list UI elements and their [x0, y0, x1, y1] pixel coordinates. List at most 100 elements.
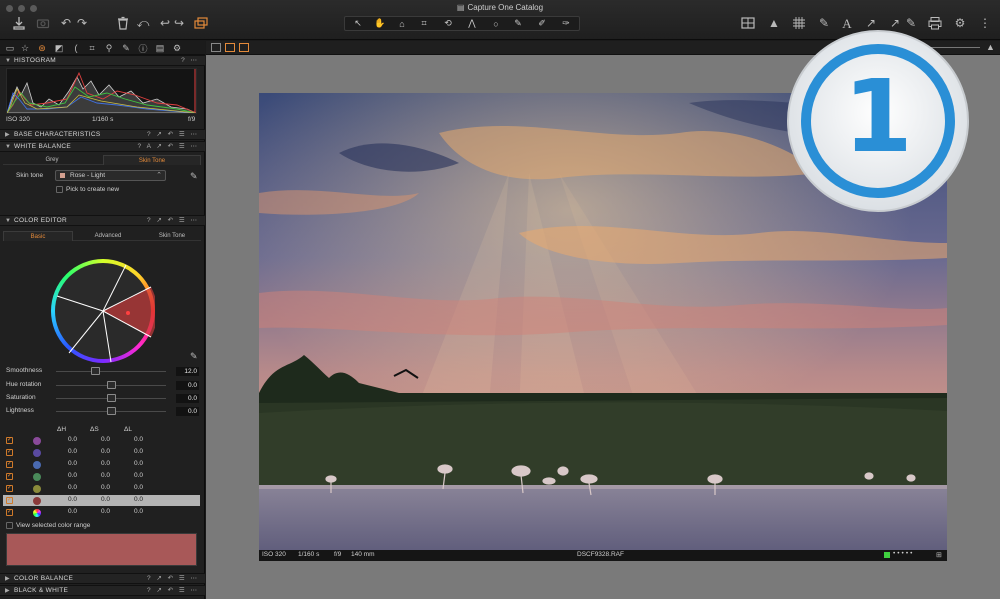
color-icon[interactable]: ⊛: [36, 42, 48, 54]
more-icon[interactable]: ⋮: [978, 16, 992, 30]
library-icon[interactable]: ▭: [4, 42, 16, 54]
color-swatch: [33, 485, 41, 493]
lens-icon[interactable]: (: [70, 42, 82, 54]
photo-status-bar: ISO 320 1/160 s f/9 140 mm DSCF9328.RAF …: [259, 550, 947, 561]
loupe-icon[interactable]: ⌂: [391, 17, 413, 30]
rotate-straighten-icon[interactable]: ⟲: [437, 17, 459, 30]
color-range-row[interactable]: ✓ 0.0 0.0 0.0: [3, 495, 200, 506]
color-range-row[interactable]: ✓ 0.0 0.0 0.0: [3, 483, 200, 494]
enable-checkbox[interactable]: ✓: [6, 509, 13, 516]
crop-icon[interactable]: ⌗: [413, 17, 435, 30]
tab-basic[interactable]: Basic: [3, 231, 73, 241]
section-actions[interactable]: ? ↗ ↶ ☰ ⋯: [147, 586, 199, 596]
chevron-updown-icon: ⌃: [156, 172, 162, 179]
status-aperture: f/9: [334, 551, 342, 558]
rating-status-badge[interactable]: [884, 552, 890, 558]
rotate-right-icon[interactable]: ↷: [75, 16, 89, 30]
single-view-icon[interactable]: [225, 43, 235, 52]
brush-icon[interactable]: ✐: [531, 17, 553, 30]
redo-icon[interactable]: ↪: [172, 16, 186, 30]
select-cursor-icon[interactable]: ↖: [347, 17, 369, 30]
enable-checkbox[interactable]: ✓: [6, 497, 13, 504]
tab-grey[interactable]: Grey: [3, 155, 101, 165]
enable-checkbox[interactable]: ✓: [6, 437, 13, 444]
metadata-icon[interactable]: ⓘ: [137, 42, 149, 54]
color-range-row[interactable]: ✓ 0.0 0.0 0.0: [3, 471, 200, 482]
slider-knob[interactable]: [106, 407, 116, 415]
pan-hand-icon[interactable]: ✋: [369, 17, 391, 30]
slider-label: Hue rotation: [6, 381, 42, 388]
enable-checkbox[interactable]: ✓: [6, 485, 13, 492]
stack-icon[interactable]: [194, 16, 208, 30]
tab-advanced[interactable]: Advanced: [73, 231, 143, 241]
keystone-icon[interactable]: ⋀: [461, 17, 483, 30]
exposure-icon[interactable]: ◩: [53, 42, 65, 54]
tab-skin-tone-editor[interactable]: Skin Tone: [143, 231, 201, 241]
histogram-iso: ISO 320: [6, 116, 30, 123]
undo-back-icon[interactable]: ⤺: [136, 16, 150, 30]
enable-checkbox[interactable]: ✓: [6, 473, 13, 480]
spot-circle-icon[interactable]: ○: [485, 17, 507, 30]
base-characteristics-header[interactable]: ▶ BASE CHARACTERISTICS ? ↗ ↶ ☰ ⋯: [0, 129, 205, 140]
output-icon[interactable]: ▤: [154, 42, 166, 54]
import-icon[interactable]: [12, 16, 26, 30]
compare-icon[interactable]: [741, 16, 755, 30]
color-balance-header[interactable]: ▶ COLOR BALANCE ? ↗ ↶ ☰ ⋯: [0, 573, 205, 584]
user-icon[interactable]: ▲: [986, 42, 995, 52]
grid-view-icon[interactable]: [211, 43, 221, 52]
header-ds: ΔS: [90, 426, 99, 433]
color-wheel[interactable]: [51, 259, 155, 363]
multi-view-icon[interactable]: [239, 43, 249, 52]
slider-knob[interactable]: [106, 381, 116, 389]
eyedropper-icon[interactable]: ✎: [190, 351, 198, 362]
slider-value[interactable]: 0.0: [176, 394, 199, 403]
details-icon[interactable]: ⚲: [103, 42, 115, 54]
section-actions[interactable]: ? A ↗ ↶ ☰ ⋯: [138, 142, 199, 152]
skin-tone-select[interactable]: Rose - Light ⌃: [55, 170, 166, 181]
delta-l-value: 0.0: [133, 484, 143, 491]
camera-icon[interactable]: [36, 16, 50, 30]
trash-icon[interactable]: [116, 16, 130, 30]
slider-value[interactable]: 12.0: [176, 367, 199, 376]
enable-checkbox[interactable]: ✓: [6, 449, 13, 456]
slider-knob[interactable]: [106, 394, 116, 402]
tab-skin-tone[interactable]: Skin Tone: [103, 155, 201, 165]
section-actions[interactable]: ? ↗ ↶ ☰ ⋯: [147, 216, 199, 226]
undo-icon[interactable]: ↩: [158, 16, 172, 30]
section-actions[interactable]: ? ⋯: [181, 56, 199, 66]
skin-swatch: [60, 173, 65, 178]
color-range-row[interactable]: ✓ 0.0 0.0 0.0: [3, 507, 200, 518]
slider-knob[interactable]: [91, 367, 101, 375]
pick-checkbox[interactable]: [56, 186, 63, 193]
rating-dots[interactable]: •••••: [893, 550, 914, 557]
section-actions[interactable]: ? ↗ ↶ ☰ ⋯: [147, 130, 199, 140]
color-range-row[interactable]: ✓ 0.0 0.0 0.0: [3, 459, 200, 470]
grid-small-icon[interactable]: ⊞: [936, 551, 942, 559]
color-picker-icon[interactable]: ✎: [507, 17, 529, 30]
capture-icon[interactable]: ☆: [19, 42, 31, 54]
logo-text: 1: [843, 58, 913, 175]
delta-s-value: 0.0: [100, 496, 110, 503]
exposure-warning-icon[interactable]: ▲: [767, 16, 781, 30]
view-range-checkbox[interactable]: [6, 522, 13, 529]
histogram-header[interactable]: ▼ HISTOGRAM ? ⋯: [0, 55, 205, 66]
slider-value[interactable]: 0.0: [176, 407, 199, 416]
slider-track[interactable]: [56, 371, 166, 372]
section-actions[interactable]: ? ↗ ↶ ☰ ⋯: [147, 574, 199, 584]
white-balance-header[interactable]: ▼ WHITE BALANCE ? A ↗ ↶ ☰ ⋯: [0, 141, 205, 152]
histogram-shutter: 1/160 s: [92, 116, 114, 123]
black-white-header[interactable]: ▶ BLACK & WHITE ? ↗ ↶ ☰ ⋯: [0, 585, 205, 596]
enable-checkbox[interactable]: ✓: [6, 461, 13, 468]
rotate-left-icon[interactable]: ↶: [59, 16, 73, 30]
color-editor-header[interactable]: ▼ COLOR EDITOR ? ↗ ↶ ☰ ⋯: [0, 215, 205, 226]
slider-value[interactable]: 0.0: [176, 381, 199, 390]
batch-icon[interactable]: ⚙: [171, 42, 183, 54]
delta-h-value: 0.0: [67, 484, 77, 491]
color-range-row[interactable]: ✓ 0.0 0.0 0.0: [3, 447, 200, 458]
skin-tone-label: Skin tone: [16, 172, 44, 179]
eyedropper-icon[interactable]: ✎: [190, 171, 198, 182]
local-adjustments-icon[interactable]: ✎: [120, 42, 132, 54]
composition-icon[interactable]: ⌗: [86, 42, 98, 54]
eraser-icon[interactable]: ✑: [555, 17, 577, 30]
color-range-row[interactable]: ✓ 0.0 0.0 0.0: [3, 435, 200, 446]
